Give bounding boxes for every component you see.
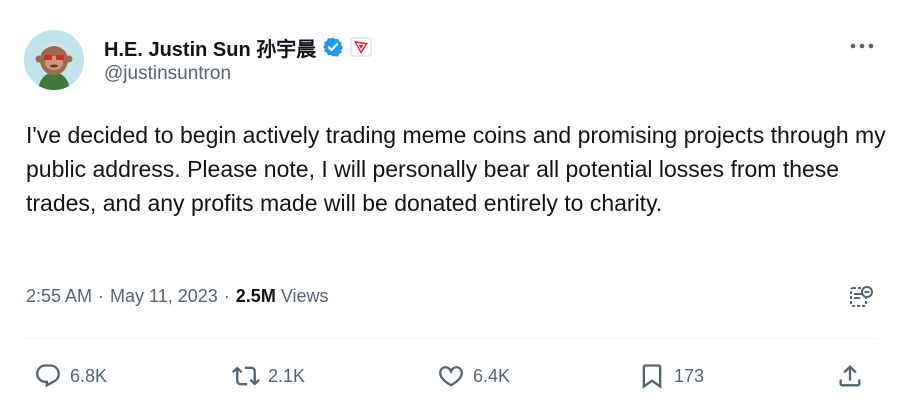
- bookmark-count: 173: [674, 365, 705, 386]
- author-handle[interactable]: @justinsuntron: [104, 63, 231, 85]
- views-count: 2.5M: [235, 286, 276, 306]
- tweet-text: I've decided to begin actively trading m…: [26, 122, 886, 216]
- tweet-time[interactable]: 2:55 AM: [26, 286, 92, 307]
- verified-badge-icon[interactable]: [322, 36, 344, 58]
- reply-count: 6.8K: [70, 365, 108, 386]
- tron-affiliate-badge-icon[interactable]: [350, 36, 372, 58]
- community-notes-icon[interactable]: [848, 284, 874, 310]
- tweet-meta: 2:55 AM · May 11, 2023 · 2.5M Views: [26, 286, 329, 307]
- bookmark-button[interactable]: 173: [638, 362, 704, 390]
- retweet-icon: [232, 366, 260, 386]
- share-icon: [839, 365, 861, 387]
- retweet-button[interactable]: 2.1K: [232, 362, 305, 390]
- share-button[interactable]: [836, 362, 864, 390]
- heart-icon: [439, 366, 463, 387]
- avatar[interactable]: [24, 30, 84, 90]
- bookmark-icon: [642, 364, 662, 389]
- views-label: Views: [280, 286, 329, 306]
- reply-icon: [36, 364, 60, 388]
- more-options-icon[interactable]: [848, 36, 876, 56]
- meta-separator: ·: [223, 286, 230, 306]
- retweet-count: 2.1K: [268, 365, 306, 386]
- ape-avatar-icon: [24, 30, 84, 90]
- reply-button[interactable]: 6.8K: [34, 362, 107, 390]
- author-display-name[interactable]: H.E. Justin Sun 孙宇晨: [104, 33, 316, 62]
- meta-separator: ·: [98, 286, 105, 306]
- like-button[interactable]: 6.4K: [437, 362, 510, 390]
- tweet-date[interactable]: May 11, 2023: [110, 286, 218, 307]
- author-name-row: H.E. Justin Sun 孙宇晨: [104, 33, 372, 62]
- like-count: 6.4K: [473, 365, 511, 386]
- tweet-card: H.E. Justin Sun 孙宇晨 @justinsuntron I've …: [0, 0, 900, 409]
- divider: [26, 338, 876, 339]
